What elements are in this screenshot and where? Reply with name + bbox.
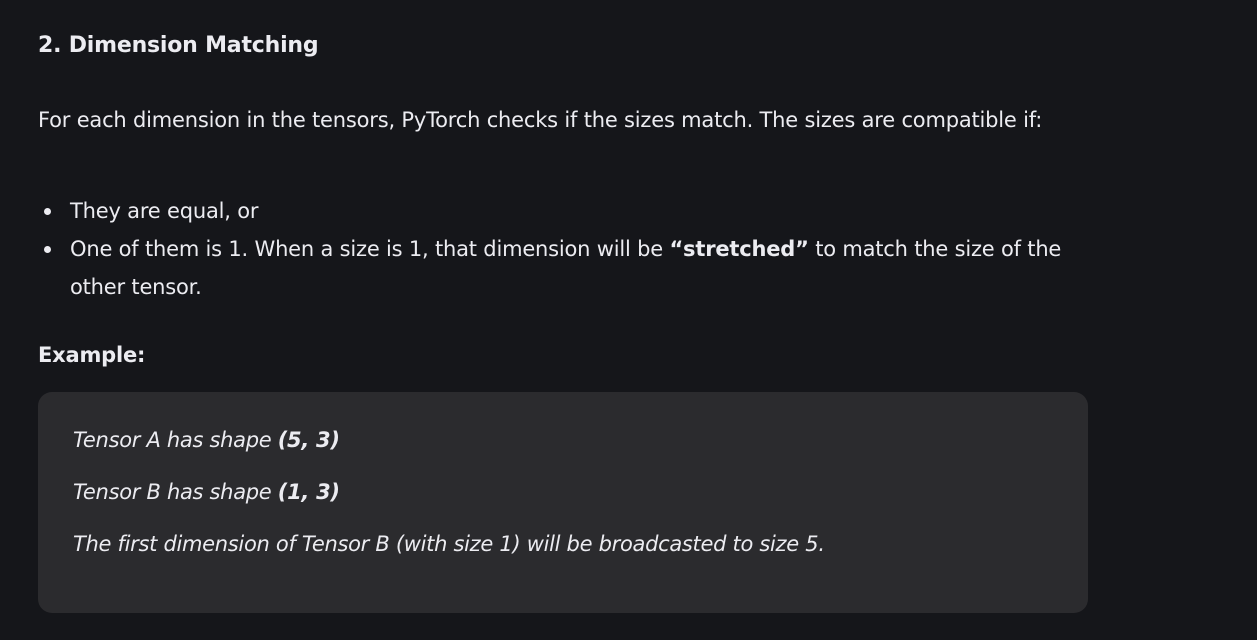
broadcast-explanation-line: The first dimension of Tensor B (with si… bbox=[73, 532, 825, 556]
intro-paragraph: For each dimension in the tensors, PyTor… bbox=[38, 108, 1043, 132]
list-item-text: They are equal, or bbox=[70, 199, 259, 223]
bullet-icon bbox=[44, 246, 51, 253]
list-item: They are equal, or bbox=[38, 192, 1083, 230]
list-item: One of them is 1. When a size is 1, that… bbox=[38, 230, 1083, 306]
list-item-text: One of them is 1. When a size is 1, that… bbox=[70, 237, 670, 261]
section-heading: 2. Dimension Matching bbox=[38, 33, 319, 58]
example-label: Example: bbox=[38, 343, 146, 367]
bullet-icon bbox=[44, 208, 51, 215]
tensor-a-line: Tensor A has shape (5, 3) bbox=[73, 428, 340, 452]
tensor-b-line: Tensor B has shape (1, 3) bbox=[73, 480, 340, 504]
stretched-emphasis: “stretched” bbox=[669, 237, 809, 261]
compatibility-list: They are equal, or One of them is 1. Whe… bbox=[38, 192, 1083, 306]
tensor-a-shape: (5, 3) bbox=[277, 428, 340, 452]
tensor-b-text: Tensor B has shape bbox=[73, 480, 278, 504]
tensor-b-shape: (1, 3) bbox=[277, 480, 340, 504]
tensor-a-text: Tensor A has shape bbox=[73, 428, 278, 452]
